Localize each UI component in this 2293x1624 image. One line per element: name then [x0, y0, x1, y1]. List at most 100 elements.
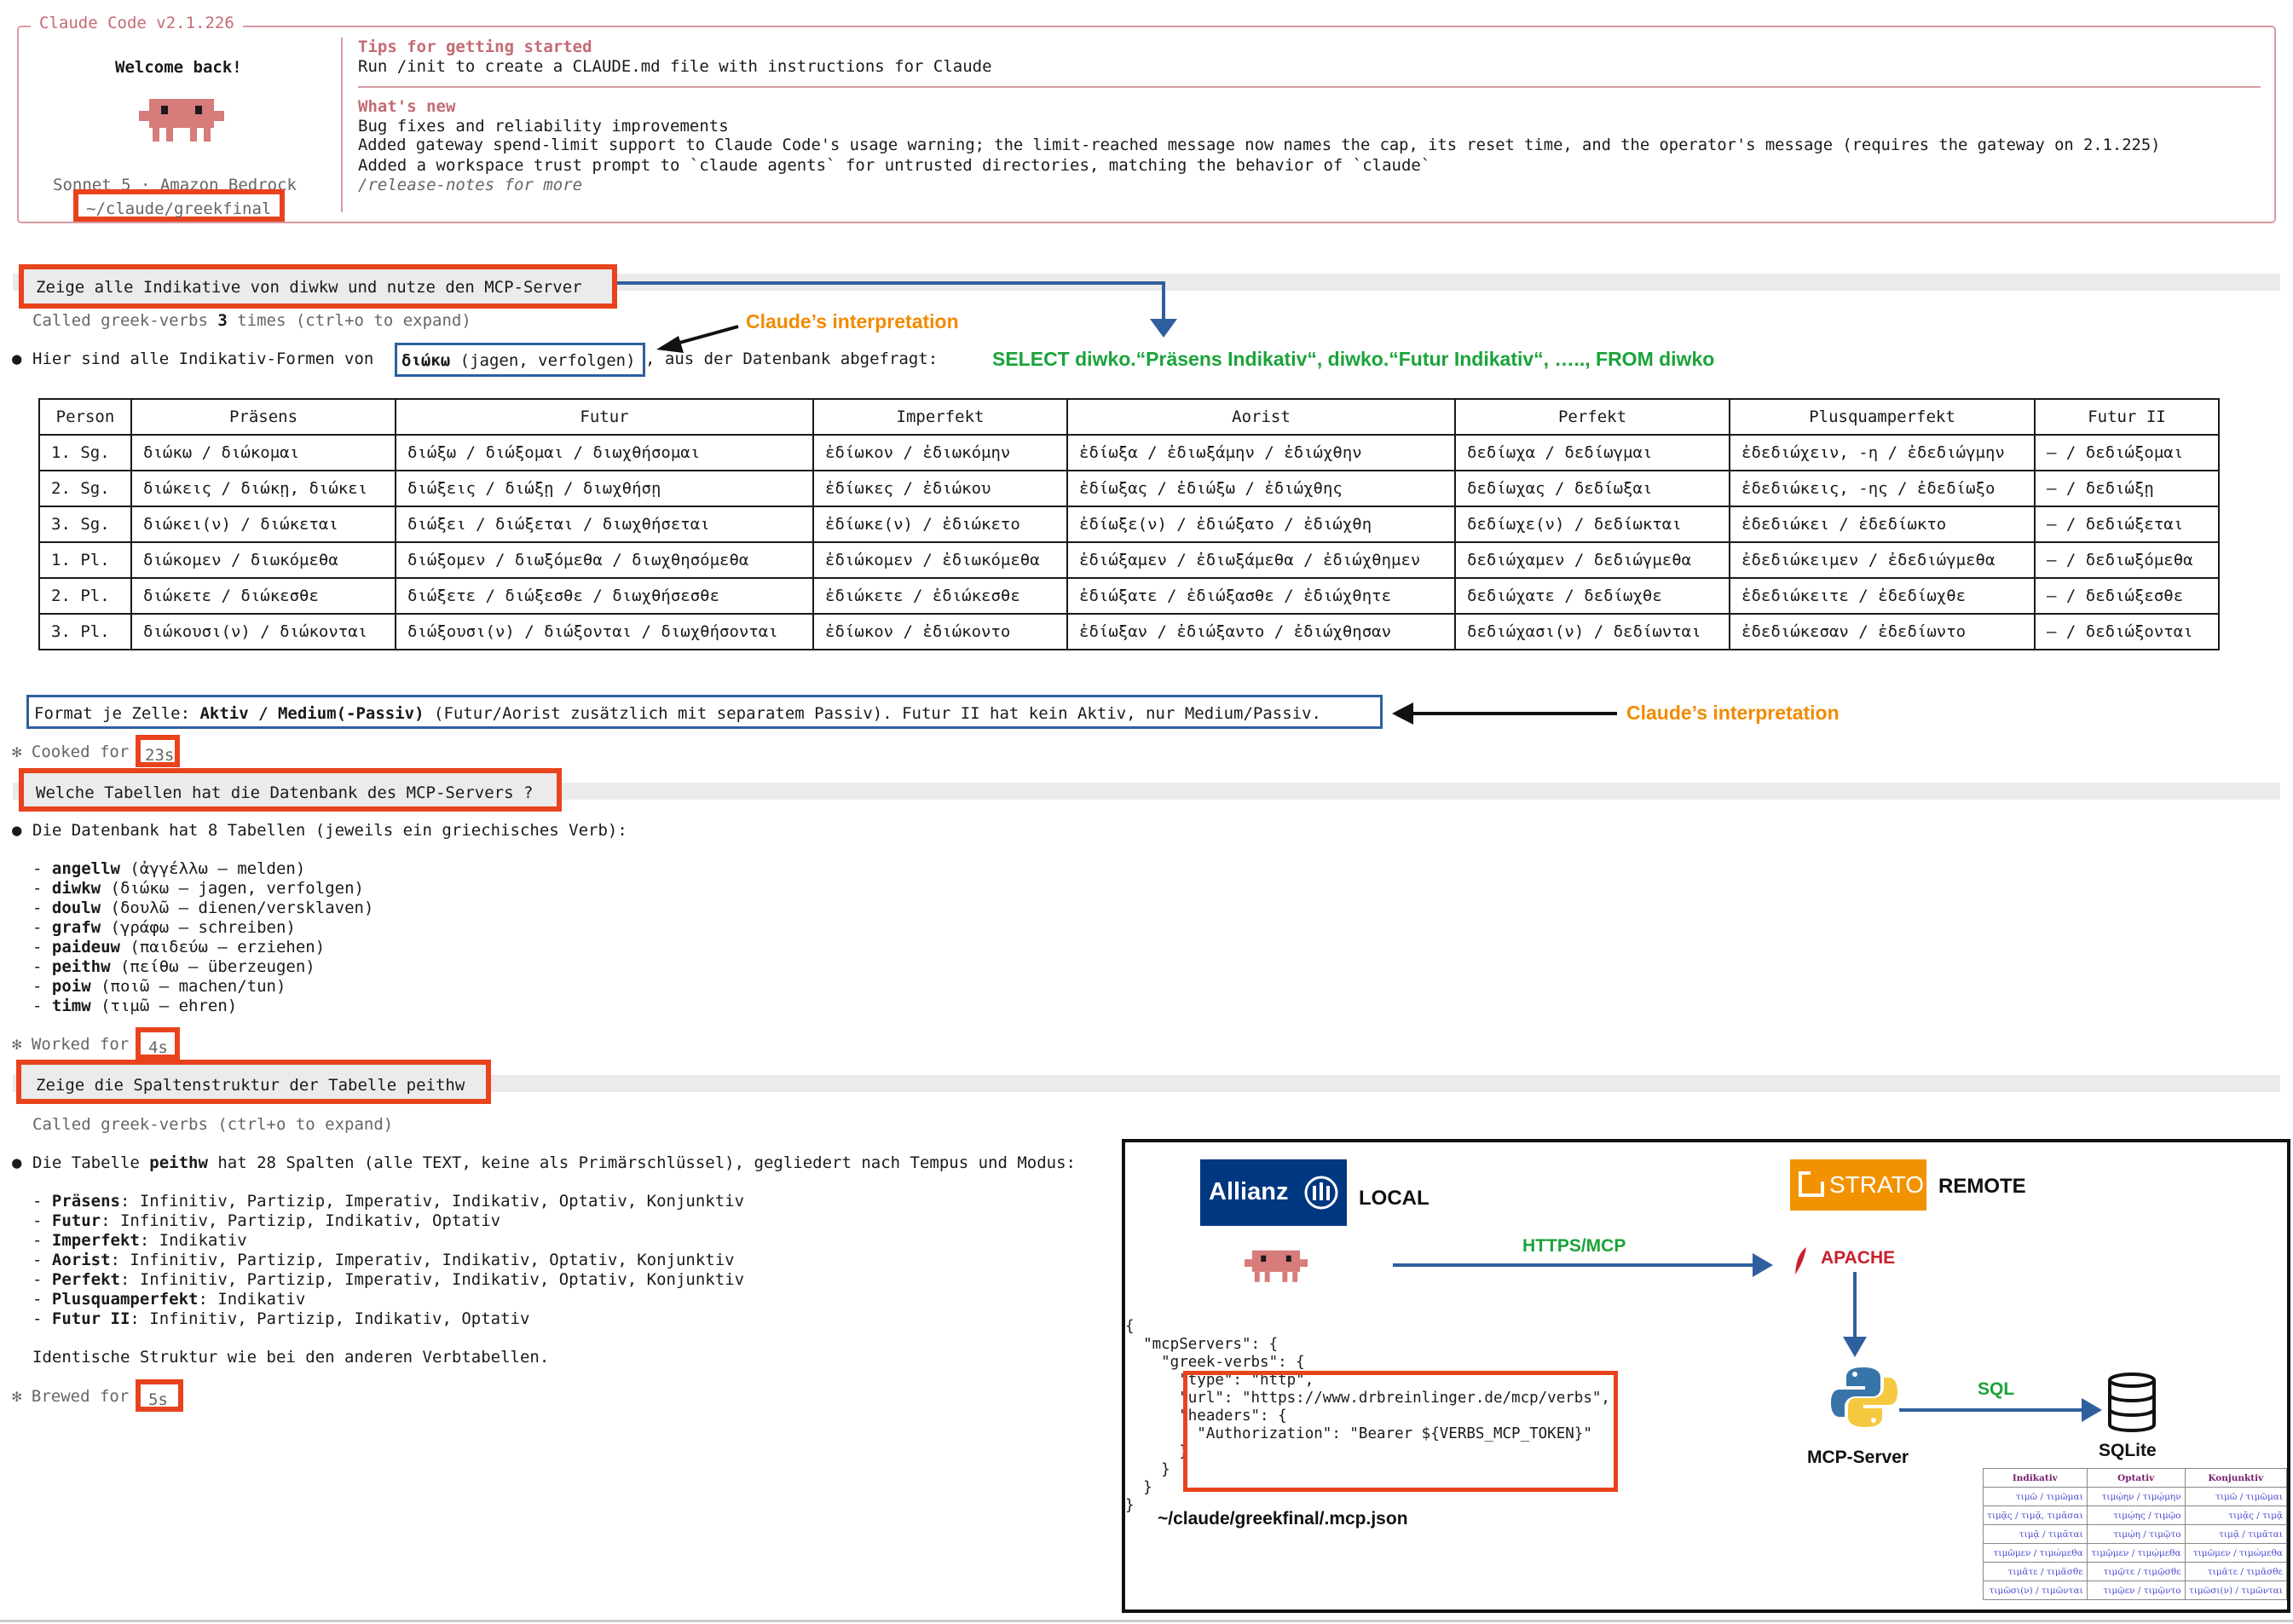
table-cell: ἐδίωκες / ἐδιώκου: [812, 470, 1068, 507]
table-cell: ἐδίωξας / ἐδιώξω / ἐδιώχθης: [1066, 470, 1456, 507]
table-cell: – / δεδιώξεσθε: [2034, 577, 2220, 615]
tool-call-summary[interactable]: Called greek-verbs (ctrl+o to expand): [32, 1115, 393, 1134]
table-cell: τιμῶμεν / τιμώμεθα: [1983, 1543, 2088, 1563]
interpretation-label-2: Claude’s interpretation: [1626, 702, 1840, 724]
table-cell: διώξουσι(ν) / διώξονται / διωχθήσονται: [395, 613, 814, 650]
list-item: - Plusquamperfekt: Indikativ: [32, 1290, 306, 1309]
table-cell: τιμᾷς / τιμᾷ, τιμᾶσαι: [1983, 1506, 2088, 1525]
sqlite-preview-table: Indikativ Optativ Konjunktiv τιμῶ / τιμῶ…: [1983, 1468, 2288, 1600]
list-item: - paideuw (παιδεύω – erziehen): [32, 938, 326, 956]
architecture-diagram: Allianz LOCAL STRATO REMOTE HTTPS/MCP AP…: [1122, 1139, 2290, 1613]
status-line: ✻ Cooked for: [12, 743, 139, 761]
list-item: - Präsens: Infinitiv, Partizip, Imperati…: [32, 1192, 745, 1211]
list-item: - diwkw (διώκω – jagen, verfolgen): [32, 879, 364, 898]
duration-badge: 4s: [136, 1027, 180, 1060]
table-row: 2. Pl. διώκετε / διώκεσθε διώξετε / διώξ…: [38, 577, 2220, 615]
table-row: 1. Pl. διώκομεν / διωκόμεθα διώξομεν / δ…: [38, 541, 2220, 579]
table-cell: ἐδίωξα / ἐδιωξάμην / ἐδιώχθην: [1066, 434, 1456, 471]
python-icon: [1831, 1367, 1897, 1427]
https-mcp-label: HTTPS/MCP: [1522, 1236, 1626, 1256]
table-cell: τιμῴην / τιμῴμην: [2086, 1487, 2186, 1506]
table-cell: ἐδεδιώχειν, -η / ἐδεδιώγμην: [1729, 434, 2036, 471]
duration-badge: 5s: [136, 1379, 183, 1412]
table-cell: διώκω / διώκομαι: [130, 434, 396, 471]
table-cell: ἐδιώξατε / ἐδιώξασθε / ἐδιώχθητε: [1066, 577, 1456, 615]
database-icon: [2108, 1373, 2156, 1432]
column-header: Aorist: [1066, 398, 1456, 436]
format-note: Format je Zelle: Aktiv / Medium(-Passiv)…: [26, 695, 1383, 729]
column-header: Perfekt: [1454, 398, 1730, 436]
table-cell: διώξομεν / διωξόμεθα / διωχθησόμεθα: [395, 541, 814, 579]
table-cell: τιμῶ / τιμῶμαι: [1983, 1487, 2088, 1506]
table-cell: – / δεδιώξονται: [2034, 613, 2220, 650]
interpretation-arrowhead-2: [1392, 702, 1413, 725]
list-item: - timw (τιμῶ – ehren): [32, 997, 238, 1015]
table-cell: 2. Pl.: [38, 577, 132, 615]
table-cell: τιμῴη / τιμῷτο: [2086, 1524, 2186, 1544]
table-cell: τιμῷτε / τιμῷσθε: [2086, 1562, 2186, 1581]
table-cell: ἐδίωκον / ἐδιώκοντο: [812, 613, 1068, 650]
column-header: Präsens: [130, 398, 396, 436]
table-cell: τιμᾷς / τιμᾷ: [2184, 1506, 2288, 1525]
https-arrowhead: [1753, 1253, 1773, 1277]
table-row: τιμῶ / τιμῶμαι τιμῴην / τιμῴμην τιμῶ / τ…: [1983, 1487, 2288, 1506]
list-item: - grafw (γράφω – schreiben): [32, 918, 296, 937]
apache-label: APACHE: [1821, 1248, 1896, 1268]
table-cell: διώκει(ν) / διώκεται: [130, 506, 396, 543]
table-cell: τιμῷμεν / τιμῴμεθα: [2086, 1543, 2186, 1563]
table-cell: τιμῶμεν / τιμώμεθα: [2184, 1543, 2288, 1563]
table-cell: ἐδεδιώκειμεν / ἐδεδιώγμεθα: [1729, 541, 2036, 579]
list-item: - angellw (ἀγγέλλω – melden): [32, 859, 306, 878]
list-item: - peithw (πείθω – überzeugen): [32, 957, 315, 976]
user-prompt: Zeige die Spaltenstruktur der Tabelle pe…: [16, 1060, 491, 1104]
annotation-arrows: [617, 281, 1617, 725]
interpretation-arrow-1: [673, 325, 739, 346]
column-header: Imperfekt: [812, 398, 1068, 436]
sql-link-arrowhead: [2082, 1398, 2102, 1422]
indicative-table: Person Präsens Futur Imperfekt Aorist Pe…: [38, 398, 2220, 650]
table-cell: δεδίωχα / δεδίωγμαι: [1454, 434, 1730, 471]
table-cell: – / δεδιωξόμεθα: [2034, 541, 2220, 579]
assistant-answer: Die Datenbank hat 8 Tabellen (jeweils ei…: [32, 821, 627, 840]
user-prompt: Welche Tabellen hat die Datenbank des MC…: [19, 768, 562, 812]
json-line: "greek-verbs": {: [1125, 1354, 1305, 1371]
table-cell: ἐδιώκομεν / ἐδιωκόμεθα: [812, 541, 1068, 579]
table-cell: ἐδιώκετε / ἐδιώκεσθε: [812, 577, 1068, 615]
config-path-label: ~/claude/greekfinal/.mcp.json: [1158, 1509, 1408, 1529]
response-bullet-icon: ●: [12, 1153, 22, 1172]
table-row: τιμᾷ / τιμᾶται τιμῴη / τιμῷτο τιμᾷ / τιμ…: [1983, 1524, 2288, 1544]
column-header: Futur II: [2034, 398, 2220, 436]
table-cell: διώκομεν / διωκόμεθα: [130, 541, 396, 579]
table-row: 1. Sg. διώκω / διώκομαι διώξω / διώξομαι…: [38, 434, 2220, 471]
table-row: 3. Pl. διώκουσι(ν) / διώκονται διώξουσι(…: [38, 613, 2220, 650]
status-line: ✻ Worked for: [12, 1035, 139, 1054]
table-cell: τιμῶσι(ν) / τιμῶνται: [2184, 1581, 2288, 1600]
table-cell: 3. Sg.: [38, 506, 132, 543]
column-header: Person: [38, 398, 132, 436]
table-row: τιμᾶτε / τιμᾶσθε τιμῷτε / τιμῷσθε τιμᾶτε…: [1983, 1562, 2288, 1581]
table-row: 2. Sg. διώκεις / διώκῃ, διώκει διώξεις /…: [38, 470, 2220, 507]
response-bullet-icon: ●: [12, 821, 22, 840]
sqlite-label: SQLite: [2099, 1441, 2157, 1460]
table-cell: ἐδίωξαν / ἐδιώξαντο / ἐδιώχθησαν: [1066, 613, 1456, 650]
table-cell: διώκεις / διώκῃ, διώκει: [130, 470, 396, 507]
table-row: τιμῶσι(ν) / τιμῶνται τιμῷεν / τιμῷντο τι…: [1983, 1581, 2288, 1600]
list-item: - Perfekt: Infinitiv, Partizip, Imperati…: [32, 1270, 745, 1289]
list-item: - poiw (ποιῶ – machen/tun): [32, 977, 286, 996]
table-cell: 3. Pl.: [38, 613, 132, 650]
list-item: - Aorist: Infinitiv, Partizip, Imperativ…: [32, 1251, 735, 1269]
sql-arrowhead: [1150, 319, 1177, 338]
table-cell: τιμᾷ / τιμᾶται: [1983, 1524, 2088, 1544]
table-row: 3. Sg. διώκει(ν) / διώκεται διώξει / διώ…: [38, 506, 2220, 543]
list-item: - Futur: Infinitiv, Partizip, Indikativ,…: [32, 1211, 501, 1230]
table-cell: δεδιώχαμεν / δεδιώγμεθα: [1454, 541, 1730, 579]
table-cell: τιμῷεν / τιμῷντο: [2086, 1581, 2186, 1600]
column-header: Futur: [395, 398, 814, 436]
column-header: Konjunktiv: [2184, 1468, 2288, 1488]
table-cell: ἐδεδιώκεσαν / ἐδεδίωντο: [1729, 613, 2036, 650]
table-cell: 1. Pl.: [38, 541, 132, 579]
table-cell: ἐδιώξαμεν / ἐδιωξάμεθα / ἐδιώχθημεν: [1066, 541, 1456, 579]
table-cell: ἐδεδιώκει / ἐδεδίωκτο: [1729, 506, 2036, 543]
column-header: Indikativ: [1983, 1468, 2088, 1488]
table-row: τιμᾷς / τιμᾷ, τιμᾶσαι τιμῴης / τιμῷο τιμ…: [1983, 1506, 2288, 1525]
